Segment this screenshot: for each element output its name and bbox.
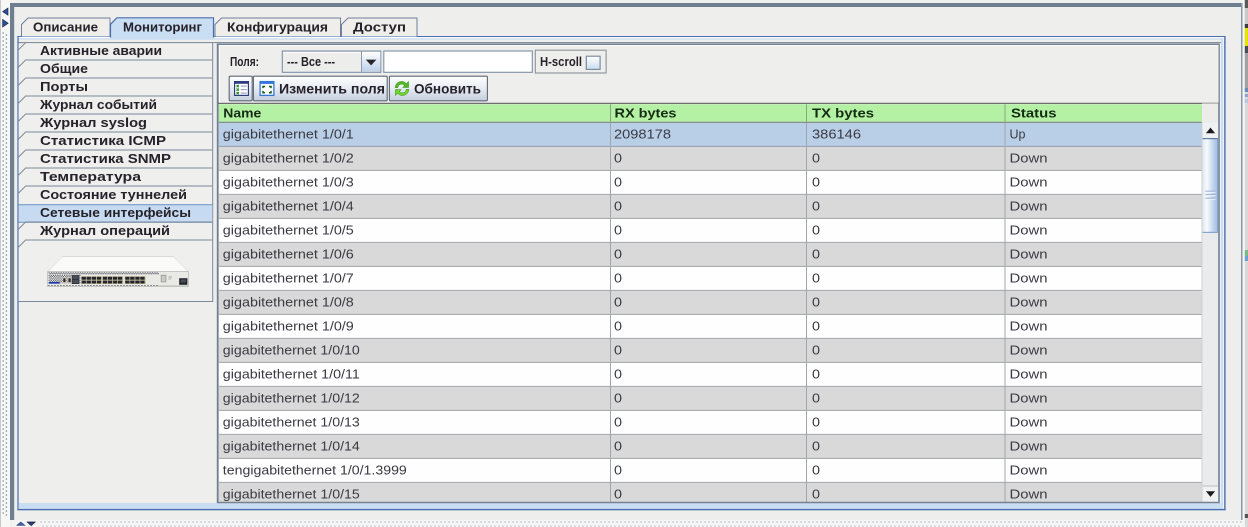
svg-text:gigabitethernet 1/0/8: gigabitethernet 1/0/8	[223, 294, 354, 309]
svg-text:Down: Down	[1010, 414, 1048, 429]
svg-text:Доступ: Доступ	[353, 20, 406, 35]
svg-text:0: 0	[614, 174, 622, 189]
svg-text:0: 0	[614, 390, 622, 405]
svg-text:386146: 386146	[812, 126, 861, 141]
svg-text:0: 0	[614, 246, 622, 261]
svg-text:0: 0	[614, 294, 622, 309]
svg-text:Активные аварии: Активные аварии	[40, 43, 162, 58]
svg-text:gigabitethernet 1/0/4: gigabitethernet 1/0/4	[223, 198, 354, 213]
svg-text:gigabitethernet 1/0/1: gigabitethernet 1/0/1	[223, 126, 354, 141]
svg-text:Down: Down	[1010, 150, 1048, 165]
svg-text:0: 0	[614, 462, 622, 477]
svg-text:0: 0	[812, 390, 820, 405]
svg-text:Down: Down	[1010, 462, 1048, 477]
svg-text:0: 0	[614, 366, 622, 381]
svg-text:Down: Down	[1010, 222, 1048, 237]
svg-text:Down: Down	[1010, 294, 1048, 309]
svg-text:gigabitethernet 1/0/10: gigabitethernet 1/0/10	[223, 342, 360, 357]
svg-text:Журнал syslog: Журнал syslog	[39, 115, 147, 130]
svg-text:0: 0	[812, 486, 820, 501]
svg-text:0: 0	[614, 270, 622, 285]
svg-text:0: 0	[614, 438, 622, 453]
svg-text:Общие: Общие	[40, 61, 88, 76]
svg-text:Name: Name	[223, 106, 261, 121]
svg-text:0: 0	[614, 198, 622, 213]
svg-text:Down: Down	[1010, 366, 1048, 381]
svg-text:0: 0	[812, 462, 820, 477]
svg-text:gigabitethernet 1/0/14: gigabitethernet 1/0/14	[223, 438, 360, 453]
svg-text:gigabitethernet 1/0/2: gigabitethernet 1/0/2	[223, 150, 354, 165]
svg-text:Down: Down	[1010, 486, 1048, 501]
svg-text:Down: Down	[1010, 270, 1048, 285]
svg-text:Поля:: Поля:	[230, 55, 259, 69]
svg-text:gigabitethernet 1/0/13: gigabitethernet 1/0/13	[223, 414, 360, 429]
svg-text:Status: Status	[1011, 106, 1057, 121]
svg-text:Обновить: Обновить	[414, 81, 481, 96]
svg-text:0: 0	[614, 414, 622, 429]
svg-text:0: 0	[614, 222, 622, 237]
svg-text:2098178: 2098178	[614, 126, 671, 141]
svg-text:gigabitethernet 1/0/3: gigabitethernet 1/0/3	[223, 174, 354, 189]
svg-text:Порты: Порты	[40, 79, 88, 94]
svg-text:Мониторинг: Мониторинг	[123, 20, 203, 35]
svg-text:Down: Down	[1010, 198, 1048, 213]
svg-text:0: 0	[812, 198, 820, 213]
svg-text:RX bytes: RX bytes	[615, 106, 677, 121]
svg-text:0: 0	[614, 342, 622, 357]
svg-text:Сетевые интерфейсы: Сетевые интерфейсы	[40, 205, 191, 220]
svg-text:0: 0	[812, 366, 820, 381]
svg-text:0: 0	[812, 222, 820, 237]
svg-text:H-scroll: H-scroll	[540, 55, 582, 69]
svg-text:0: 0	[812, 150, 820, 165]
svg-text:0: 0	[812, 174, 820, 189]
svg-text:0: 0	[812, 342, 820, 357]
svg-text:0: 0	[812, 270, 820, 285]
svg-text:gigabitethernet 1/0/12: gigabitethernet 1/0/12	[223, 390, 360, 405]
svg-text:tengigabitethernet 1/0/1.3999: tengigabitethernet 1/0/1.3999	[223, 462, 407, 477]
svg-text:Down: Down	[1010, 390, 1048, 405]
svg-text:Статистика ICMP: Статистика ICMP	[40, 133, 166, 148]
svg-text:0: 0	[812, 438, 820, 453]
svg-text:gigabitethernet 1/0/9: gigabitethernet 1/0/9	[223, 318, 354, 333]
svg-text:Up: Up	[1010, 126, 1026, 141]
svg-text:0: 0	[812, 294, 820, 309]
svg-text:TX bytes: TX bytes	[812, 106, 874, 121]
svg-text:Статистика SNMP: Статистика SNMP	[40, 151, 171, 166]
svg-text:Изменить поля: Изменить поля	[279, 81, 385, 96]
svg-text:Журнал операций: Журнал операций	[39, 223, 170, 238]
svg-text:Описание: Описание	[33, 20, 98, 35]
svg-text:Температура: Температура	[40, 169, 142, 184]
svg-text:Down: Down	[1010, 174, 1048, 189]
svg-text:0: 0	[614, 150, 622, 165]
svg-text:Конфигурация: Конфигурация	[227, 20, 328, 35]
svg-text:0: 0	[812, 246, 820, 261]
svg-text:0: 0	[614, 486, 622, 501]
svg-text:0: 0	[812, 414, 820, 429]
svg-text:gigabitethernet 1/0/15: gigabitethernet 1/0/15	[223, 486, 360, 501]
svg-text:gigabitethernet 1/0/6: gigabitethernet 1/0/6	[223, 246, 354, 261]
svg-text:Down: Down	[1010, 246, 1048, 261]
svg-text:gigabitethernet 1/0/7: gigabitethernet 1/0/7	[223, 270, 354, 285]
svg-text:0: 0	[614, 318, 622, 333]
svg-text:Down: Down	[1010, 342, 1048, 357]
svg-text:Down: Down	[1010, 438, 1048, 453]
svg-text:0: 0	[812, 318, 820, 333]
svg-text:gigabitethernet 1/0/5: gigabitethernet 1/0/5	[223, 222, 354, 237]
svg-text:Состояние туннелей: Состояние туннелей	[40, 187, 187, 202]
svg-text:Журнал событий: Журнал событий	[39, 97, 157, 112]
svg-text:gigabitethernet 1/0/11: gigabitethernet 1/0/11	[223, 366, 360, 381]
svg-text:--- Все ---: --- Все ---	[287, 55, 335, 69]
svg-text:Down: Down	[1010, 318, 1048, 333]
